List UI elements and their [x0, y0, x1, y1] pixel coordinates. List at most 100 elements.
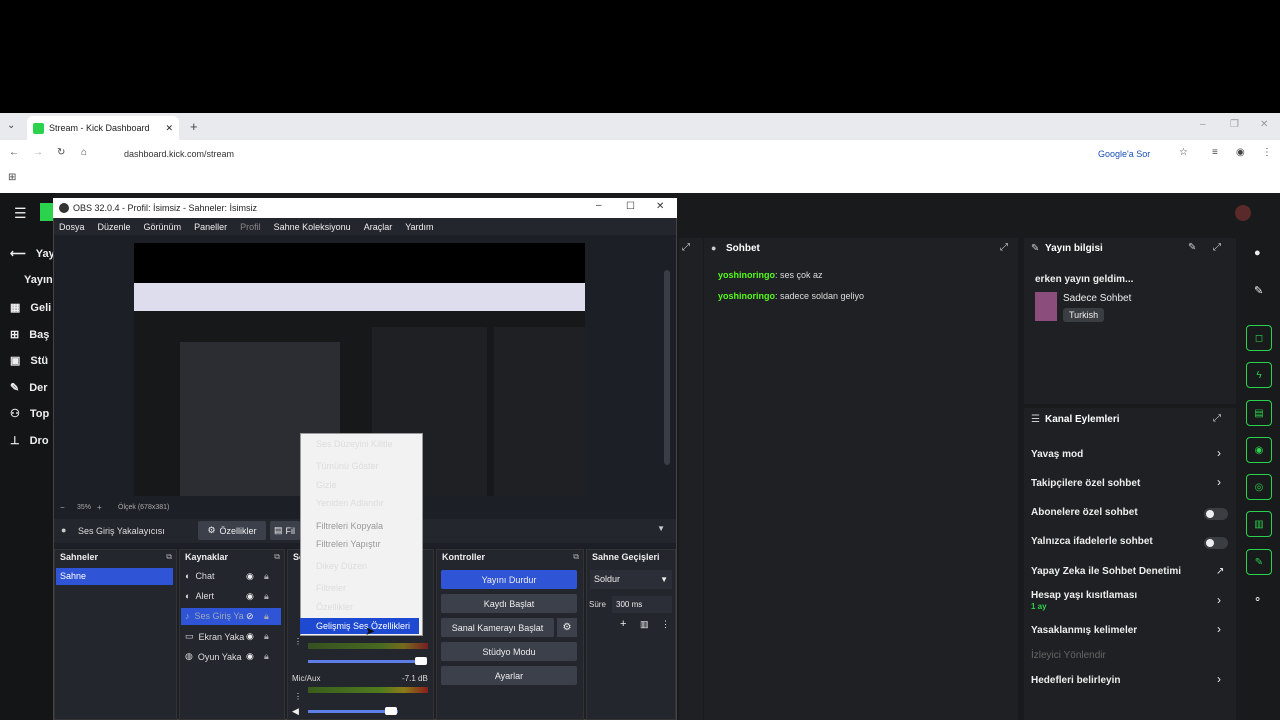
slow-mode-item[interactable]: Yavaş mod: [1031, 449, 1083, 460]
menu-item-rename[interactable]: Yeniden Adlandır: [316, 498, 384, 508]
profile-icon[interactable]: ◉: [1236, 147, 1245, 158]
share-icon[interactable]: ⚬: [1253, 593, 1262, 606]
obs-close-icon[interactable]: ✕: [656, 201, 664, 212]
transition-menu-icon[interactable]: ⋮: [661, 619, 670, 630]
channel-actions-popout-icon[interactable]: ⤢: [1213, 413, 1221, 424]
chat-username[interactable]: yoshinoringo: [718, 291, 775, 301]
menu-item-vertical-layout[interactable]: Dikey Düzen: [316, 561, 367, 571]
scene-item[interactable]: Sahne: [56, 568, 173, 585]
lock-icon[interactable]: 🔒︎: [264, 591, 269, 602]
chevron-right-icon[interactable]: ›: [1217, 593, 1221, 607]
settings-button[interactable]: Ayarlar: [441, 666, 577, 685]
studio-mode-button[interactable]: Stüdyo Modu: [441, 642, 577, 661]
chevron-right-icon[interactable]: ›: [1217, 622, 1221, 636]
home-icon[interactable]: ⌂: [81, 147, 87, 158]
duration-spinbox[interactable]: 300 ms: [612, 596, 672, 613]
edit-icon[interactable]: ✎: [1188, 242, 1196, 253]
back-icon[interactable]: ←: [9, 147, 19, 158]
trash-icon[interactable]: ▥: [640, 619, 649, 630]
device-dropdown[interactable]: ▼: [423, 521, 671, 540]
document-icon[interactable]: ▤: [1246, 400, 1272, 426]
source-row[interactable]: ▭ Ekran Yaka: [185, 631, 244, 642]
speaker-icon[interactable]: ◀: [292, 706, 299, 717]
chevron-right-icon[interactable]: ›: [1217, 446, 1221, 460]
restore-icon[interactable]: ❐: [1230, 119, 1239, 130]
tab-close-icon[interactable]: ✕: [165, 123, 173, 134]
stop-stream-button[interactable]: Yayını Durdur: [441, 570, 577, 589]
virtual-camera-settings-button[interactable]: ⚙: [557, 618, 577, 637]
chat-bubble-icon[interactable]: ◉: [1246, 437, 1272, 463]
ask-google-button[interactable]: Google'a Sor: [1098, 149, 1150, 159]
source-row[interactable]: ◐ Chat: [185, 571, 214, 581]
bolt-icon[interactable]: ϟ: [1246, 362, 1272, 388]
minimize-icon[interactable]: –: [1200, 119, 1206, 130]
eye-off-icon[interactable]: ⊘: [246, 611, 254, 622]
browser-tab[interactable]: Stream - Kick Dashboard ✕: [27, 116, 179, 140]
broadcast-signal-icon[interactable]: ◎: [1246, 474, 1272, 500]
screen-icon[interactable]: ◻: [1246, 325, 1272, 351]
pen-icon[interactable]: ✎: [1254, 284, 1263, 297]
eye-icon[interactable]: ◉: [246, 571, 254, 582]
nav-item-drops[interactable]: ⊥ Dro: [10, 434, 49, 448]
banned-words-item[interactable]: Yasaklanmış kelimeler: [1031, 625, 1137, 636]
lock-icon[interactable]: 🔒︎: [264, 651, 269, 662]
forward-icon[interactable]: →: [33, 147, 43, 158]
dock-float-icon[interactable]: ⧉: [166, 552, 172, 562]
nav-item-tools[interactable]: ✎ Der: [10, 381, 48, 395]
desktop-volume-slider[interactable]: [308, 660, 420, 663]
layers-icon[interactable]: ▥: [1246, 511, 1272, 537]
hamburger-icon[interactable]: ☰: [14, 205, 27, 222]
stream-info-popout-icon[interactable]: ⤢: [1213, 242, 1221, 253]
reload-icon[interactable]: ↻: [57, 147, 65, 158]
close-window-icon[interactable]: ✕: [1260, 119, 1268, 130]
menu-item-hide[interactable]: Gizle: [316, 480, 337, 490]
add-transition-icon[interactable]: +: [620, 618, 626, 630]
apps-icon[interactable]: ⊞: [8, 172, 16, 183]
chevron-right-icon[interactable]: ›: [1217, 475, 1221, 489]
menu-item-show-all[interactable]: Tümünü Göster: [316, 461, 379, 471]
zoom-in-icon[interactable]: +: [97, 503, 102, 512]
lock-icon[interactable]: 🔒︎: [264, 631, 269, 642]
dock-float-icon[interactable]: ⧉: [274, 552, 280, 562]
menu-edit[interactable]: Düzenle: [98, 222, 131, 232]
new-tab-icon[interactable]: +: [190, 119, 198, 134]
start-recording-button[interactable]: Kaydı Başlat: [441, 594, 577, 613]
lock-icon[interactable]: 🔒︎: [264, 611, 269, 622]
account-age-item[interactable]: Hesap yaşı kısıtlaması: [1031, 590, 1137, 601]
chat-username[interactable]: yoshinoringo: [718, 270, 775, 280]
popout-icon[interactable]: ⤢: [682, 242, 690, 253]
virtual-camera-button[interactable]: Sanal Kamerayı Başlat: [441, 618, 554, 637]
reading-list-icon[interactable]: ≡: [1212, 147, 1218, 158]
source-row[interactable]: ◐ Alert: [185, 591, 214, 601]
bookmark-star-icon[interactable]: ☆: [1179, 147, 1188, 158]
url-field[interactable]: dashboard.kick.com/stream: [104, 144, 1196, 164]
chat-popout-icon[interactable]: ⤢: [1000, 242, 1008, 253]
info-icon[interactable]: ●: [1254, 247, 1261, 259]
menu-profile[interactable]: Profil: [240, 222, 261, 232]
mixer-menu-icon[interactable]: ⋮: [294, 637, 302, 646]
browser-menu-icon[interactable]: ⋮: [1262, 147, 1272, 158]
subscribers-only-toggle[interactable]: [1204, 508, 1228, 520]
obs-maximize-icon[interactable]: ☐: [626, 201, 635, 212]
nav-item-stream-sub[interactable]: Yayın: [24, 274, 53, 286]
menu-file[interactable]: Dosya: [59, 222, 85, 232]
preview-scrollbar[interactable]: [664, 270, 670, 465]
properties-button[interactable]: ⚙ Özellikler: [198, 521, 266, 540]
filters-button[interactable]: ▤ Fil: [270, 521, 300, 540]
nav-item-start[interactable]: ⊞ Baş: [10, 328, 49, 342]
eye-icon[interactable]: ◉: [246, 631, 254, 642]
menu-scene-collection[interactable]: Sahne Koleksiyonu: [274, 222, 351, 232]
tool-icon[interactable]: ✎: [1246, 549, 1272, 575]
volume-handle[interactable]: [385, 707, 397, 715]
menu-view[interactable]: Görünüm: [144, 222, 182, 232]
dock-float-icon[interactable]: ⧉: [573, 552, 579, 562]
nav-item-community[interactable]: ⚇ Top: [10, 407, 49, 421]
menu-item-properties[interactable]: Özellikler: [316, 602, 353, 612]
zoom-out-icon[interactable]: −: [60, 503, 65, 512]
source-row[interactable]: ♪ Ses Giriş Ya: [185, 611, 244, 621]
nav-item-stream[interactable]: ⟵ Yay: [10, 247, 55, 261]
menu-help[interactable]: Yardım: [405, 222, 433, 232]
obs-minimize-icon[interactable]: –: [596, 200, 602, 211]
nav-item-analytics[interactable]: ▦ Geli: [10, 301, 51, 315]
eye-icon[interactable]: ◉: [246, 591, 254, 602]
